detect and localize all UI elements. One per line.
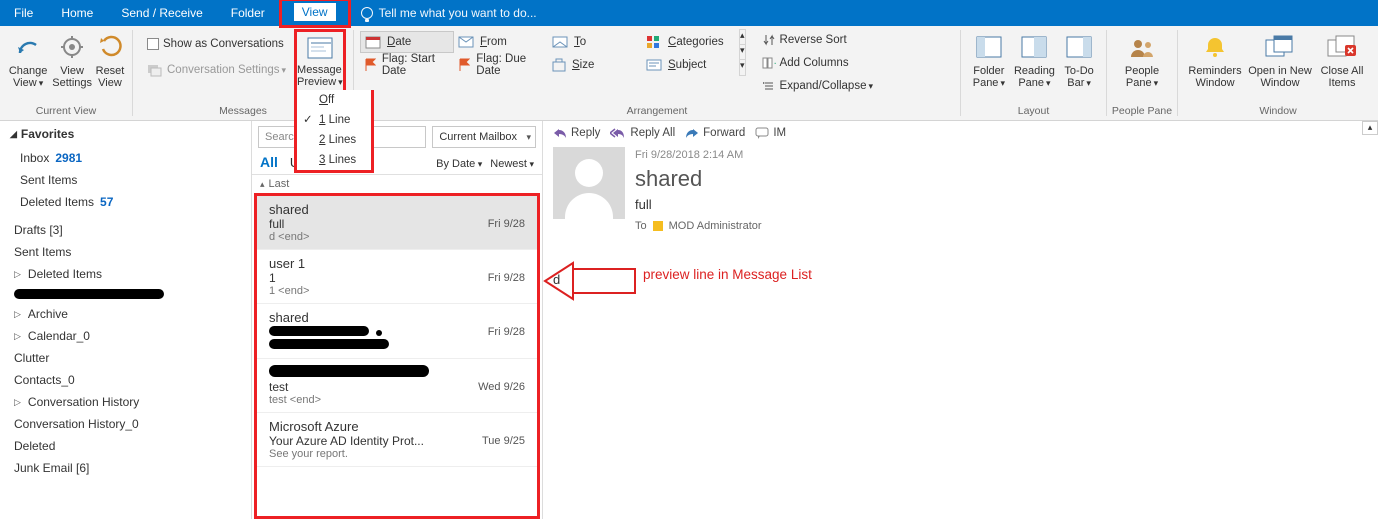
message-item[interactable]: shared full d <end> Fri 9/28 [257,196,537,250]
bulb-icon [361,7,373,19]
nav-deleted[interactable]: Deleted [0,435,251,457]
tab-view[interactable]: View [294,3,336,21]
message-preview-2-lines[interactable]: 2 Lines [297,130,371,150]
expand-collapse-button[interactable]: Expand/Collapse [758,75,877,97]
annotation-arrow [543,251,639,311]
nav-sent-items-2[interactable]: Sent Items [0,241,251,263]
message-item[interactable]: user 1 1 1 <end> Fri 9/28 [257,250,537,304]
nav-junk-email[interactable]: Junk Email [6] [0,457,251,479]
message-list: shared full d <end> Fri 9/28 user 1 1 1 … [254,193,540,519]
nav-conversation-history[interactable]: Conversation History [0,391,251,413]
close-all-items-button[interactable]: Close All Items [1314,29,1370,91]
nav-deleted-items-2[interactable]: Deleted Items [0,263,251,285]
message-preview-1-line[interactable]: 1 Line [297,110,371,130]
group-label-arrangement: Arrangement [354,105,960,120]
navigation-pane: ◢Favorites Inbox2981 Sent Items Deleted … [0,121,252,519]
message-preview-3-lines[interactable]: 3 Lines [297,150,371,170]
checkbox-icon [147,38,159,50]
view-settings-button[interactable]: View Settings [50,29,94,91]
reply-all-button[interactable]: Reply All [610,127,675,139]
message-timestamp: Fri 9/28/2018 2:14 AM [635,149,762,161]
group-label-people-pane: People Pane [1107,105,1177,120]
reading-pane-button[interactable]: Reading Pane [1011,29,1058,91]
arrange-date[interactable]: Date [360,31,454,53]
svg-text:+: + [774,59,776,69]
search-scope-dropdown[interactable]: Current Mailbox [432,126,536,148]
group-label-current-view: Current View [0,105,132,120]
tab-file[interactable]: File [0,0,47,26]
change-view-button[interactable]: Change View [6,29,50,91]
tab-folder[interactable]: Folder [217,0,279,26]
sort-newest[interactable]: Newest [490,158,534,170]
annotation-text: preview line in Message List [643,267,812,282]
message-item[interactable]: test test <end> Wed 9/26 [257,359,537,413]
nav-calendar[interactable]: Calendar_0 [0,325,251,347]
message-preview-button[interactable]: Message Preview Off 1 Line 2 Lines 3 Lin… [294,29,346,93]
group-label-window: Window [1178,105,1378,120]
tab-home[interactable]: Home [47,0,107,26]
add-columns-button[interactable]: +Add Columns [758,52,877,74]
arrange-flag-due[interactable]: Flag: Due Date [454,54,548,76]
nav-archive[interactable]: Archive [0,303,251,325]
arrange-categories[interactable]: Categories [642,31,736,53]
favorites-header[interactable]: ◢Favorites [0,121,251,147]
nav-inbox[interactable]: Inbox2981 [0,147,251,169]
avatar [553,147,625,219]
nav-sent-items[interactable]: Sent Items [0,169,251,191]
nav-redacted-account[interactable] [0,285,251,303]
tell-me-label: Tell me what you want to do... [379,6,537,20]
folder-pane-button[interactable]: Folder Pane [967,29,1011,91]
arrange-scroll-up[interactable]: ▴ [740,30,745,45]
category-swatch [653,221,663,231]
nav-clutter[interactable]: Clutter [0,347,251,369]
people-pane-button[interactable]: People Pane [1118,29,1166,91]
arrange-from[interactable]: From [454,31,548,53]
nav-drafts[interactable]: Drafts [3] [0,219,251,241]
arrange-gallery-more[interactable]: ▾ [740,60,745,75]
reply-button[interactable]: Reply [553,127,600,139]
nav-contacts[interactable]: Contacts_0 [0,369,251,391]
message-subject: full [635,197,762,212]
arrange-subject[interactable]: Subject [642,54,736,76]
message-from: shared [635,166,762,192]
reset-view-button[interactable]: Reset View [94,29,126,91]
message-preview-off[interactable]: Off [297,90,371,110]
tell-me-search[interactable]: Tell me what you want to do... [351,0,547,26]
todo-bar-button[interactable]: To-Do Bar [1058,29,1100,91]
arrange-to[interactable]: To [548,31,642,53]
forward-button[interactable]: Forward [685,127,745,139]
message-item[interactable]: Microsoft Azure Your Azure AD Identity P… [257,413,537,467]
arrange-size[interactable]: Size [548,54,642,76]
scroll-up[interactable]: ▴ [1362,121,1378,135]
conversation-settings-button[interactable]: Conversation Settings [143,59,290,81]
open-in-new-window-button[interactable]: Open in New Window [1246,29,1314,91]
show-as-conversations-checkbox[interactable]: Show as Conversations [143,33,290,55]
to-recipient: MOD Administrator [669,220,762,232]
arrange-scroll-down[interactable]: ▾ [740,45,745,60]
filter-all[interactable]: All [260,154,278,170]
nav-deleted-items[interactable]: Deleted Items57 [0,191,251,213]
message-item[interactable]: shared Fri 9/28 [257,304,537,359]
arrange-flag-start[interactable]: Flag: Start Date [360,54,454,76]
reverse-sort-button[interactable]: Reverse Sort [758,29,877,51]
tab-send-receive[interactable]: Send / Receive [107,0,216,26]
reading-pane: Reply Reply All Forward IM Fri 9/28/2018… [542,121,1378,519]
im-button[interactable]: IM [755,127,786,139]
reminders-window-button[interactable]: Reminders Window [1184,29,1246,91]
group-header-last[interactable]: Last [252,175,542,193]
sort-by-date[interactable]: By Date [436,158,482,170]
group-label-layout: Layout [961,105,1106,120]
nav-conversation-history-0[interactable]: Conversation History_0 [0,413,251,435]
to-label: To [635,220,647,232]
